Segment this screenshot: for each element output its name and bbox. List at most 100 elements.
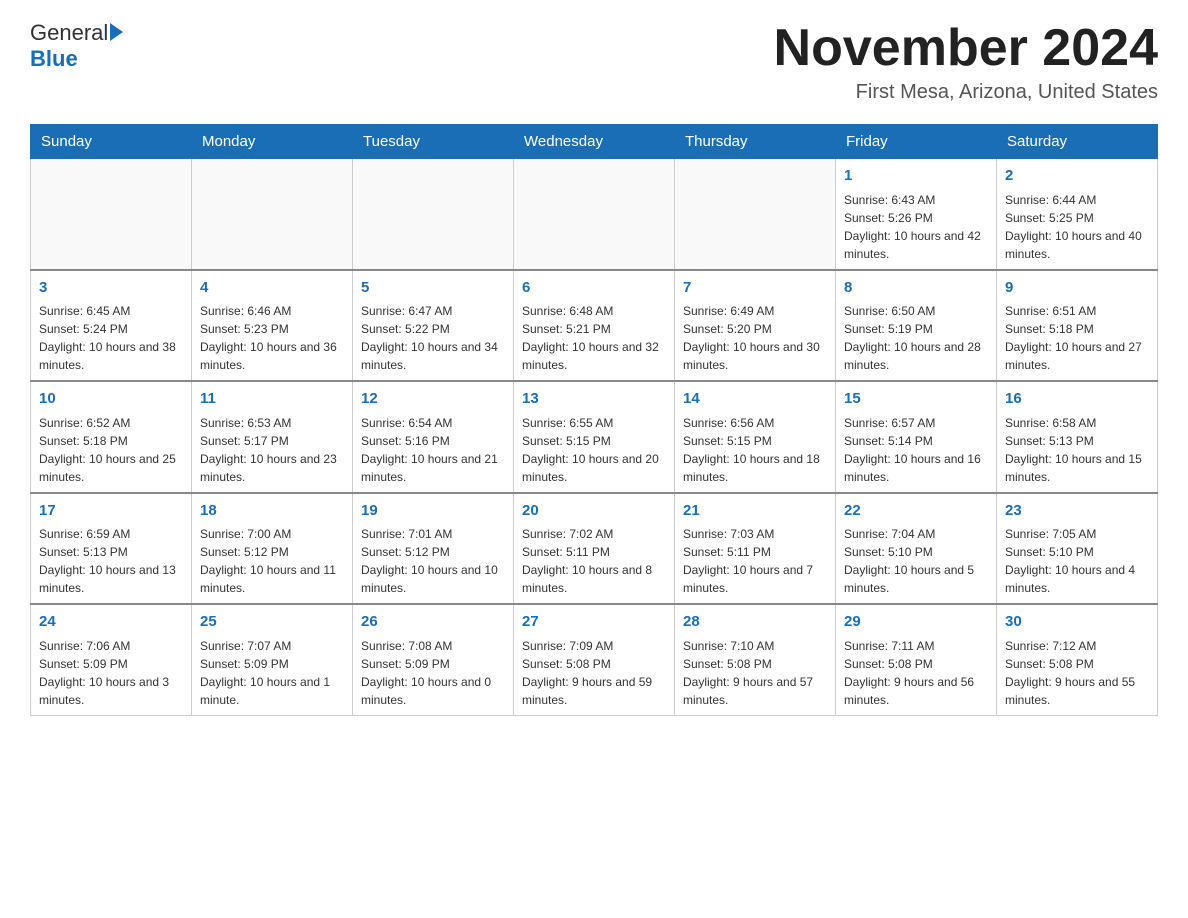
- calendar-day-cell: [192, 159, 353, 270]
- calendar-week-row: 10Sunrise: 6:52 AM Sunset: 5:18 PM Dayli…: [31, 381, 1158, 493]
- calendar-day-cell: 23Sunrise: 7:05 AM Sunset: 5:10 PM Dayli…: [997, 493, 1158, 605]
- calendar-header-wednesday: Wednesday: [514, 125, 675, 159]
- calendar-day-cell: 15 Sunrise: 6:57 AM Sunset: 5:14 PM Dayli…: [836, 381, 997, 493]
- day-info: Sunrise: 6:47 AM Sunset: 5:22 PM Dayligh…: [361, 302, 505, 374]
- day-number: 3: [39, 277, 183, 300]
- calendar-day-cell: 8Sunrise: 6:50 AM Sunset: 5:19 PM Daylig…: [836, 270, 997, 382]
- day-number: 2: [1005, 165, 1149, 188]
- day-number: 16: [1005, 388, 1149, 411]
- day-number: 27: [522, 611, 666, 634]
- day-info: Sunrise: 7:08 AM Sunset: 5:09 PM Dayligh…: [361, 637, 505, 709]
- calendar-day-cell: 21Sunrise: 7:03 AM Sunset: 5:11 PM Dayli…: [675, 493, 836, 605]
- day-number: 9: [1005, 277, 1149, 300]
- calendar-header-friday: Friday: [836, 125, 997, 159]
- calendar-day-cell: 3Sunrise: 6:45 AM Sunset: 5:24 PM Daylig…: [31, 270, 192, 382]
- calendar-day-cell: 2 Sunrise: 6:44 AM Sunset: 5:25 PM Daylig…: [997, 159, 1158, 270]
- calendar-day-cell: 26 Sunrise: 7:08 AM Sunset: 5:09 PM Dayli…: [353, 604, 514, 715]
- calendar-day-cell: 6Sunrise: 6:48 AM Sunset: 5:21 PM Daylig…: [514, 270, 675, 382]
- day-info: Sunrise: 6:49 AM Sunset: 5:20 PM Dayligh…: [683, 302, 827, 374]
- calendar-day-cell: 24 Sunrise: 7:06 AM Sunset: 5:09 PM Dayli…: [31, 604, 192, 715]
- calendar-day-cell: [514, 159, 675, 270]
- logo-blue-text: Blue: [30, 46, 78, 71]
- day-number: 20: [522, 500, 666, 523]
- day-info: Sunrise: 6:52 AM Sunset: 5:18 PM Dayligh…: [39, 414, 183, 486]
- calendar-header-saturday: Saturday: [997, 125, 1158, 159]
- page-header: General Blue November 2024 First Mesa, A…: [30, 20, 1158, 104]
- day-number: 5: [361, 277, 505, 300]
- day-number: 21: [683, 500, 827, 523]
- day-info: Sunrise: 6:55 AM Sunset: 5:15 PM Dayligh…: [522, 414, 666, 486]
- logo-triangle-icon: [110, 23, 123, 41]
- calendar-day-cell: [31, 159, 192, 270]
- day-info: Sunrise: 7:10 AM Sunset: 5:08 PM Dayligh…: [683, 637, 827, 709]
- day-info: Sunrise: 6:54 AM Sunset: 5:16 PM Dayligh…: [361, 414, 505, 486]
- day-info: Sunrise: 6:48 AM Sunset: 5:21 PM Dayligh…: [522, 302, 666, 374]
- calendar-day-cell: 10Sunrise: 6:52 AM Sunset: 5:18 PM Dayli…: [31, 381, 192, 493]
- calendar-week-row: 1Sunrise: 6:43 AM Sunset: 5:26 PM Daylig…: [31, 159, 1158, 270]
- day-info: Sunrise: 7:05 AM Sunset: 5:10 PM Dayligh…: [1005, 525, 1149, 597]
- calendar-day-cell: 29 Sunrise: 7:11 AM Sunset: 5:08 PM Dayli…: [836, 604, 997, 715]
- calendar-day-cell: 7Sunrise: 6:49 AM Sunset: 5:20 PM Daylig…: [675, 270, 836, 382]
- calendar-header-sunday: Sunday: [31, 125, 192, 159]
- calendar-header-tuesday: Tuesday: [353, 125, 514, 159]
- day-number: 13: [522, 388, 666, 411]
- calendar-day-cell: 25 Sunrise: 7:07 AM Sunset: 5:09 PM Dayli…: [192, 604, 353, 715]
- day-info: Sunrise: 6:56 AM Sunset: 5:15 PM Dayligh…: [683, 414, 827, 486]
- day-number: 22: [844, 500, 988, 523]
- calendar-day-cell: 5Sunrise: 6:47 AM Sunset: 5:22 PM Daylig…: [353, 270, 514, 382]
- day-info: Sunrise: 7:06 AM Sunset: 5:09 PM Dayligh…: [39, 637, 183, 709]
- calendar-header-monday: Monday: [192, 125, 353, 159]
- calendar-day-cell: 19Sunrise: 7:01 AM Sunset: 5:12 PM Dayli…: [353, 493, 514, 605]
- day-number: 29: [844, 611, 988, 634]
- day-number: 23: [1005, 500, 1149, 523]
- day-number: 11: [200, 388, 344, 411]
- month-title: November 2024: [774, 20, 1158, 77]
- calendar-week-row: 3Sunrise: 6:45 AM Sunset: 5:24 PM Daylig…: [31, 270, 1158, 382]
- day-number: 17: [39, 500, 183, 523]
- day-number: 6: [522, 277, 666, 300]
- day-info: Sunrise: 6:44 AM Sunset: 5:25 PM Dayligh…: [1005, 191, 1149, 263]
- day-info: Sunrise: 7:00 AM Sunset: 5:12 PM Dayligh…: [200, 525, 344, 597]
- day-info: Sunrise: 6:51 AM Sunset: 5:18 PM Dayligh…: [1005, 302, 1149, 374]
- calendar-day-cell: 12 Sunrise: 6:54 AM Sunset: 5:16 PM Dayli…: [353, 381, 514, 493]
- day-info: Sunrise: 7:03 AM Sunset: 5:11 PM Dayligh…: [683, 525, 827, 597]
- calendar-day-cell: 13 Sunrise: 6:55 AM Sunset: 5:15 PM Dayli…: [514, 381, 675, 493]
- day-number: 15: [844, 388, 988, 411]
- calendar-day-cell: 4Sunrise: 6:46 AM Sunset: 5:23 PM Daylig…: [192, 270, 353, 382]
- calendar-header-thursday: Thursday: [675, 125, 836, 159]
- day-info: Sunrise: 6:45 AM Sunset: 5:24 PM Dayligh…: [39, 302, 183, 374]
- calendar-day-cell: 9Sunrise: 6:51 AM Sunset: 5:18 PM Daylig…: [997, 270, 1158, 382]
- day-number: 30: [1005, 611, 1149, 634]
- day-number: 19: [361, 500, 505, 523]
- logo: General Blue: [30, 20, 123, 72]
- day-number: 26: [361, 611, 505, 634]
- calendar-day-cell: 20Sunrise: 7:02 AM Sunset: 5:11 PM Dayli…: [514, 493, 675, 605]
- day-number: 8: [844, 277, 988, 300]
- day-number: 25: [200, 611, 344, 634]
- calendar-day-cell: [353, 159, 514, 270]
- calendar-day-cell: 14Sunrise: 6:56 AM Sunset: 5:15 PM Dayli…: [675, 381, 836, 493]
- day-info: Sunrise: 7:04 AM Sunset: 5:10 PM Dayligh…: [844, 525, 988, 597]
- calendar-day-cell: 1Sunrise: 6:43 AM Sunset: 5:26 PM Daylig…: [836, 159, 997, 270]
- calendar-day-cell: 18Sunrise: 7:00 AM Sunset: 5:12 PM Dayli…: [192, 493, 353, 605]
- day-info: Sunrise: 7:07 AM Sunset: 5:09 PM Dayligh…: [200, 637, 344, 709]
- calendar-day-cell: 16Sunrise: 6:58 AM Sunset: 5:13 PM Dayli…: [997, 381, 1158, 493]
- day-info: Sunrise: 7:11 AM Sunset: 5:08 PM Dayligh…: [844, 637, 988, 709]
- calendar-week-row: 17Sunrise: 6:59 AM Sunset: 5:13 PM Dayli…: [31, 493, 1158, 605]
- day-number: 24: [39, 611, 183, 634]
- location-subtitle: First Mesa, Arizona, United States: [774, 81, 1158, 104]
- day-info: Sunrise: 7:12 AM Sunset: 5:08 PM Dayligh…: [1005, 637, 1149, 709]
- logo-general-text: General: [30, 20, 108, 46]
- day-info: Sunrise: 6:50 AM Sunset: 5:19 PM Dayligh…: [844, 302, 988, 374]
- calendar-day-cell: 28 Sunrise: 7:10 AM Sunset: 5:08 PM Dayli…: [675, 604, 836, 715]
- day-number: 7: [683, 277, 827, 300]
- day-number: 28: [683, 611, 827, 634]
- day-info: Sunrise: 6:46 AM Sunset: 5:23 PM Dayligh…: [200, 302, 344, 374]
- title-section: November 2024 First Mesa, Arizona, Unite…: [774, 20, 1158, 104]
- calendar-table: SundayMondayTuesdayWednesdayThursdayFrid…: [30, 124, 1158, 716]
- day-info: Sunrise: 6:57 AM Sunset: 5:14 PM Dayligh…: [844, 414, 988, 486]
- day-info: Sunrise: 6:59 AM Sunset: 5:13 PM Dayligh…: [39, 525, 183, 597]
- day-number: 12: [361, 388, 505, 411]
- day-number: 1: [844, 165, 988, 188]
- calendar-day-cell: [675, 159, 836, 270]
